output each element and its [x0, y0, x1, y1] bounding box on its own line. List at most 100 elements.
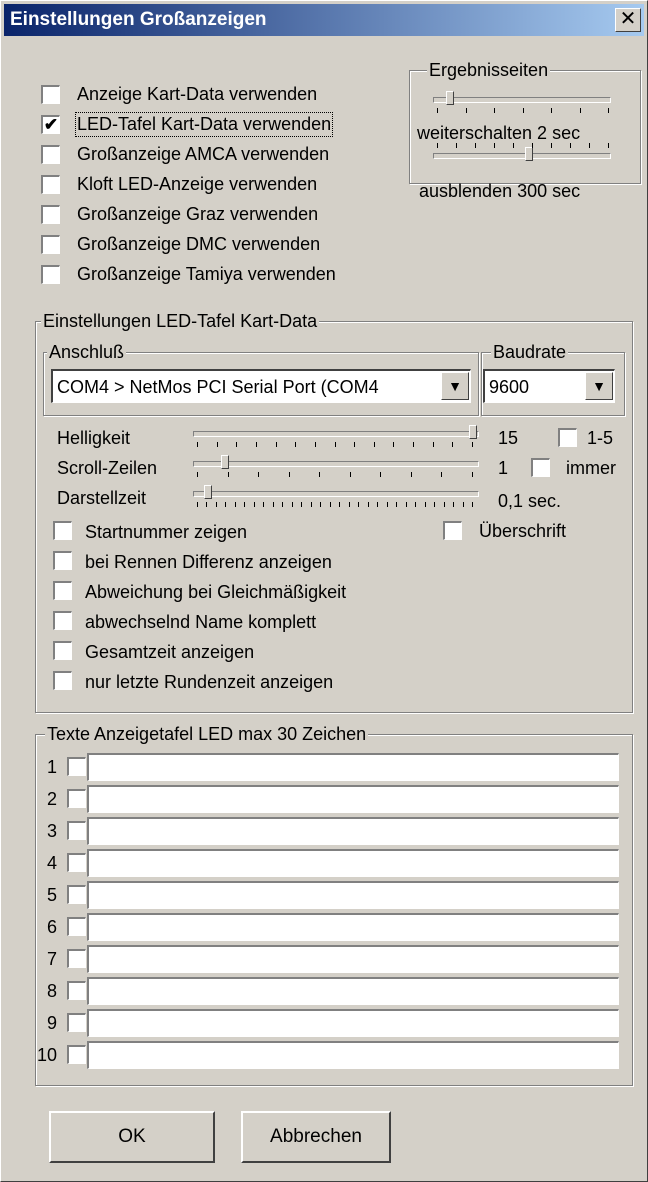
baudrate-select[interactable]: 9600 ▼: [483, 369, 615, 403]
led-option-checkbox[interactable]: [53, 611, 72, 630]
display-option-checkbox[interactable]: [41, 175, 60, 194]
weiterschalten-slider-thumb[interactable]: [446, 91, 454, 105]
slider-tick: [216, 502, 217, 507]
range-1-5-checkbox[interactable]: [558, 428, 577, 447]
led-option-checkbox[interactable]: [53, 551, 72, 570]
chevron-down-icon: ▼: [592, 378, 606, 394]
ueberschrift-label: Überschrift: [479, 521, 567, 541]
slider-tick: [444, 502, 445, 507]
slider-tick: [289, 472, 290, 477]
helligkeit-value: 15: [498, 428, 519, 448]
texte-row-input[interactable]: [87, 945, 619, 973]
texte-row-checkbox[interactable]: [67, 757, 86, 776]
texte-row-checkbox[interactable]: [67, 853, 86, 872]
immer-checkbox[interactable]: [531, 458, 550, 477]
display-option-checkbox[interactable]: [41, 235, 60, 254]
helligkeit-label: Helligkeit: [57, 428, 131, 448]
baudrate-dropdown-button[interactable]: ▼: [585, 372, 613, 400]
texte-row-number: 3: [47, 821, 58, 841]
slider-tick: [411, 472, 412, 477]
baudrate-title: Baudrate: [491, 342, 569, 363]
texte-row-input[interactable]: [87, 849, 619, 877]
slider-tick: [254, 502, 255, 507]
texte-row-checkbox[interactable]: [67, 981, 86, 1000]
slider-tick: [466, 108, 467, 113]
led-option-checkbox[interactable]: [53, 521, 72, 540]
texte-row-input[interactable]: [87, 1009, 619, 1037]
ausblenden-slider-thumb[interactable]: [525, 147, 533, 161]
darstellzeit-slider-thumb[interactable]: [204, 485, 212, 499]
display-option-label: Anzeige Kart-Data verwenden: [77, 84, 318, 104]
slider-tick: [258, 472, 259, 477]
display-option-checkbox[interactable]: [41, 145, 60, 164]
slider-tick: [433, 442, 434, 447]
led-option-label: Startnummer zeigen: [85, 522, 248, 542]
display-option-label: LED-Tafel Kart-Data verwenden: [74, 112, 334, 137]
slider-tick: [494, 108, 495, 113]
texte-row-checkbox[interactable]: [67, 1045, 86, 1064]
slider-tick: [463, 502, 464, 507]
scroll-zeilen-slider[interactable]: [193, 461, 479, 467]
slider-tick: [350, 472, 351, 477]
darstellzeit-value: 0,1 sec.: [498, 491, 562, 511]
slider-tick: [349, 502, 350, 507]
display-option-checkbox[interactable]: ✔: [41, 115, 60, 134]
texte-row-checkbox[interactable]: [67, 917, 86, 936]
slider-tick: [551, 143, 552, 148]
led-option-label: Gesamtzeit anzeigen: [85, 642, 255, 662]
texte-row-input[interactable]: [87, 1041, 619, 1069]
slider-tick: [276, 442, 277, 447]
texte-row-checkbox[interactable]: [67, 949, 86, 968]
immer-label: immer: [566, 458, 616, 478]
led-option-checkbox[interactable]: [53, 641, 72, 660]
slider-tick: [452, 442, 453, 447]
texte-row-input[interactable]: [87, 817, 619, 845]
texte-row-checkbox[interactable]: [67, 885, 86, 904]
display-option-label: Großanzeige Graz verwenden: [77, 204, 319, 224]
display-option-checkbox[interactable]: [41, 205, 60, 224]
helligkeit-slider[interactable]: [193, 431, 479, 437]
title-bar[interactable]: Einstellungen Großanzeigen ✕: [4, 4, 644, 36]
texte-row-input[interactable]: [87, 913, 619, 941]
led-option-label: abwechselnd Name komplett: [85, 612, 317, 632]
display-option-checkbox[interactable]: [41, 265, 60, 284]
texte-row-number: 4: [47, 853, 58, 873]
helligkeit-slider-thumb[interactable]: [469, 425, 477, 439]
slider-tick: [472, 472, 473, 477]
slider-tick: [335, 442, 336, 447]
ausblenden-label: ausblenden 300 sec: [419, 181, 581, 201]
led-option-label: Abweichung bei Gleichmäßigkeit: [85, 582, 347, 602]
texte-row-input[interactable]: [87, 977, 619, 1005]
slider-tick: [368, 502, 369, 507]
texte-row-input[interactable]: [87, 753, 619, 781]
slider-tick: [236, 442, 237, 447]
darstellzeit-slider[interactable]: [193, 491, 479, 497]
slider-tick: [608, 108, 609, 113]
cancel-button[interactable]: Abbrechen: [241, 1111, 391, 1163]
port-select[interactable]: COM4 > NetMos PCI Serial Port (COM4 ▼: [51, 369, 471, 403]
texte-row-input[interactable]: [87, 785, 619, 813]
texte-row-input[interactable]: [87, 881, 619, 909]
slider-tick: [570, 143, 571, 148]
slider-tick: [475, 143, 476, 148]
display-option-checkbox[interactable]: [41, 85, 60, 104]
anschluss-title: Anschluß: [47, 342, 127, 363]
slider-tick: [413, 442, 414, 447]
slider-tick: [608, 143, 609, 148]
close-button[interactable]: ✕: [615, 8, 641, 32]
ok-button[interactable]: OK: [49, 1111, 215, 1163]
weiterschalten-slider[interactable]: [433, 97, 611, 103]
ausblenden-slider[interactable]: [433, 153, 611, 159]
texte-row-checkbox[interactable]: [67, 1013, 86, 1032]
port-dropdown-button[interactable]: ▼: [441, 372, 469, 400]
slider-tick: [197, 472, 198, 477]
scroll-zeilen-slider-thumb[interactable]: [221, 455, 229, 469]
ueberschrift-checkbox[interactable]: [443, 521, 462, 540]
slider-tick: [425, 502, 426, 507]
led-option-checkbox[interactable]: [53, 671, 72, 690]
led-option-checkbox[interactable]: [53, 581, 72, 600]
slider-tick: [197, 502, 198, 507]
texte-row-checkbox[interactable]: [67, 821, 86, 840]
texte-row-checkbox[interactable]: [67, 789, 86, 808]
slider-tick: [228, 472, 229, 477]
